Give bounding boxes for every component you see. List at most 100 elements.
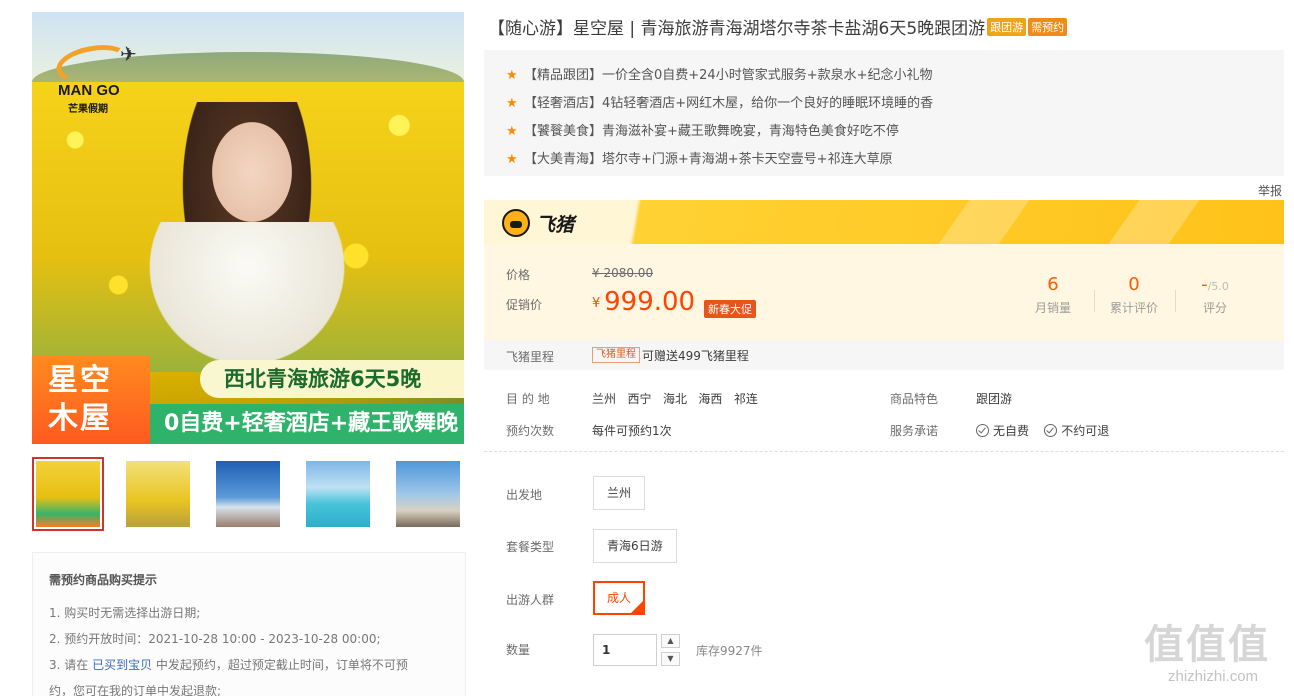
- feizhu-banner: 飞猪: [484, 200, 1284, 244]
- plane-icon: ✈: [120, 42, 137, 66]
- product-title-text: 【随心游】星空屋 | 青海旅游青海湖塔尔寺茶卡盐湖6天5晚跟团游: [488, 19, 986, 39]
- thumbnail-5[interactable]: [392, 457, 464, 531]
- orig-price-label: 价格: [506, 268, 531, 282]
- banner-left-line2: 木屋: [48, 401, 112, 436]
- promo-tag: 新春大促: [704, 300, 756, 318]
- stat-rating: -/5.0 评分: [1175, 274, 1255, 316]
- departure-option[interactable]: 兰州: [593, 476, 646, 510]
- banner-left-line1: 星空: [48, 363, 112, 398]
- bought-items-link[interactable]: 已买到宝贝: [92, 658, 152, 672]
- package-option[interactable]: 青海6日游: [593, 529, 677, 563]
- currency-symbol: ¥: [592, 296, 601, 311]
- feizhu-name: 飞猪: [536, 213, 575, 236]
- star-icon: ★: [506, 124, 518, 139]
- thumbnail-2[interactable]: [122, 457, 194, 531]
- thumbnail-image: [36, 461, 100, 527]
- quantity-input[interactable]: 1: [593, 634, 657, 666]
- destination-item: 兰州: [592, 392, 617, 406]
- person-dress: [142, 222, 352, 372]
- mango-logo: ✈ MAN GO 芒果假期: [50, 38, 150, 115]
- check-icon: [976, 424, 989, 437]
- watermark-logo: 值值值: [1144, 622, 1270, 668]
- service-values: 无自费 不约可退: [976, 422, 1109, 439]
- highlight-item: ★ 【精品跟团】一价全含0自费+24小时管家式服务+款泉水+纪念小礼物: [506, 62, 1284, 90]
- highlight-item: ★ 【轻奢酒店】4钻轻奢酒店+网红木屋，给你一个良好的睡眠环境睡的香: [506, 90, 1284, 118]
- notice-title: 需预约商品购买提示: [49, 573, 158, 587]
- thumbnail-3[interactable]: [212, 457, 284, 531]
- person-face: [212, 122, 292, 222]
- star-icon: ★: [506, 152, 518, 167]
- destination-item: 西宁: [627, 392, 652, 406]
- destination-item: 海西: [698, 392, 723, 406]
- quantity-increase-button[interactable]: ▲: [661, 634, 680, 648]
- stat-label: 月销量: [1034, 301, 1071, 315]
- thumbnail-1[interactable]: [32, 457, 104, 531]
- thumbnail-4[interactable]: [302, 457, 374, 531]
- logo-brand-cn: 芒果假期: [68, 104, 108, 115]
- report-link[interactable]: 举报: [1258, 182, 1282, 199]
- check-icon: [1044, 424, 1058, 437]
- highlights-box: ★ 【精品跟团】一价全含0自费+24小时管家式服务+款泉水+纪念小礼物 ★ 【轻奢酒…: [484, 50, 1284, 176]
- price-box: 价格 ¥ 2080.00 促销价 ¥ 999.00 新春大促 6 月销量 0 累…: [484, 244, 1284, 340]
- stock-count: 库存9927件: [696, 644, 763, 658]
- chevron-up-icon: ▲: [667, 636, 674, 645]
- stat-total-reviews[interactable]: 0 累计评价: [1094, 274, 1174, 316]
- banner-left: 星空 木屋: [32, 356, 150, 444]
- thumbnail-image: [126, 461, 190, 527]
- booking-notice: 需预约商品购买提示 1. 购买时无需选择出游日期; 2. 预约开放时间：2021…: [32, 552, 466, 696]
- departure-label: 出发地: [506, 488, 543, 502]
- feizhu-icon: [502, 209, 530, 237]
- feizhu-logo: 飞猪: [502, 209, 574, 237]
- destination-label: 目 的 地: [506, 392, 550, 406]
- notice-line-3-pre: 3. 请在: [49, 658, 93, 672]
- stat-monthly-sales: 6 月销量: [1013, 274, 1093, 316]
- highlight-item: ★ 【饕餮美食】青海滋补宴+藏王歌舞晚宴，青海特色美食好吃不停: [506, 118, 1284, 146]
- service-item: 无自费: [993, 424, 1030, 438]
- stat-label: 累计评价: [1109, 301, 1158, 315]
- destination-item: 海北: [662, 392, 687, 406]
- stat-value: 6: [1047, 274, 1059, 295]
- watermark-url: zhizhizhi.com: [1168, 668, 1259, 685]
- banner-stripe: [938, 200, 1030, 244]
- package-label: 套餐类型: [506, 540, 555, 554]
- thumbnail-strip: [32, 457, 464, 531]
- banner-stripe: [1108, 200, 1200, 244]
- tag-group-tour: 跟团游: [987, 18, 1027, 36]
- notice-line-2: 2. 预约开放时间：2021-10-28 10:00 - 2023-10-28 …: [49, 632, 381, 646]
- product-title: 【随心游】星空屋 | 青海旅游青海湖塔尔寺茶卡盐湖6天5晚跟团游 跟团游 需预约: [488, 14, 1068, 39]
- mileage-tag: 飞猪里程: [592, 347, 640, 363]
- service-item: 不约可退: [1061, 424, 1110, 438]
- banner-bottom: 0自费+轻奢酒店+藏王歌舞晚宴: [150, 404, 464, 444]
- logo-brand: MAN GO: [58, 82, 120, 99]
- booking-count-value: 每件可预约1次: [592, 424, 672, 438]
- mileage-label: 飞猪里程: [506, 350, 555, 364]
- notice-line-3: 3. 请在 已买到宝贝 中发起预约，超过预定截止时间，订单将不可预: [49, 652, 449, 678]
- attributes-panel: 目 的 地 兰州 西宁 海北 海西 祁连 预约次数 每件可预约1次 商品特色 跟…: [484, 380, 1284, 452]
- crowd-label: 出游人群: [506, 593, 555, 607]
- star-icon: ★: [506, 96, 518, 111]
- notice-line-4: 约，您可在我的订单中发起退款;: [49, 684, 222, 696]
- service-label: 服务承诺: [890, 424, 939, 438]
- stat-value: 0: [1128, 274, 1140, 295]
- feature-label: 商品特色: [890, 392, 939, 406]
- highlight-text: 【轻奢酒店】4钻轻奢酒店+网红木屋，给你一个良好的睡眠环境睡的香: [524, 96, 934, 111]
- promo-price-value: 999.00: [604, 287, 696, 317]
- notice-line-1: 1. 购买时无需选择出游日期;: [49, 606, 201, 620]
- chevron-down-icon: ▼: [667, 654, 674, 663]
- highlight-text: 【大美青海】塔尔寺+门源+青海湖+茶卡天空壹号+祁连大草原: [524, 152, 893, 167]
- feature-value: 跟团游: [976, 392, 1013, 406]
- tag-reservation: 需预约: [1028, 18, 1068, 36]
- main-product-image[interactable]: ✈ MAN GO 芒果假期 星空 木屋 西北青海旅游6天5晚 0自费+轻奢酒店+…: [32, 12, 464, 444]
- promo-price: ¥ 999.00: [592, 287, 695, 317]
- star-icon: ★: [506, 68, 518, 83]
- destination-values: 兰州 西宁 海北 海西 祁连: [592, 390, 758, 407]
- thumbnail-image: [396, 461, 460, 527]
- rating-max: /5.0: [1207, 280, 1229, 293]
- mileage-text: 可赠送499飞猪里程: [642, 349, 749, 363]
- thumbnail-image: [216, 461, 280, 527]
- quantity-decrease-button[interactable]: ▼: [661, 652, 680, 666]
- orig-price: ¥ 2080.00: [592, 266, 654, 280]
- stat-value: -/5.0: [1175, 274, 1255, 295]
- crowd-option-adult[interactable]: 成人: [593, 581, 646, 615]
- image-person: [142, 102, 352, 372]
